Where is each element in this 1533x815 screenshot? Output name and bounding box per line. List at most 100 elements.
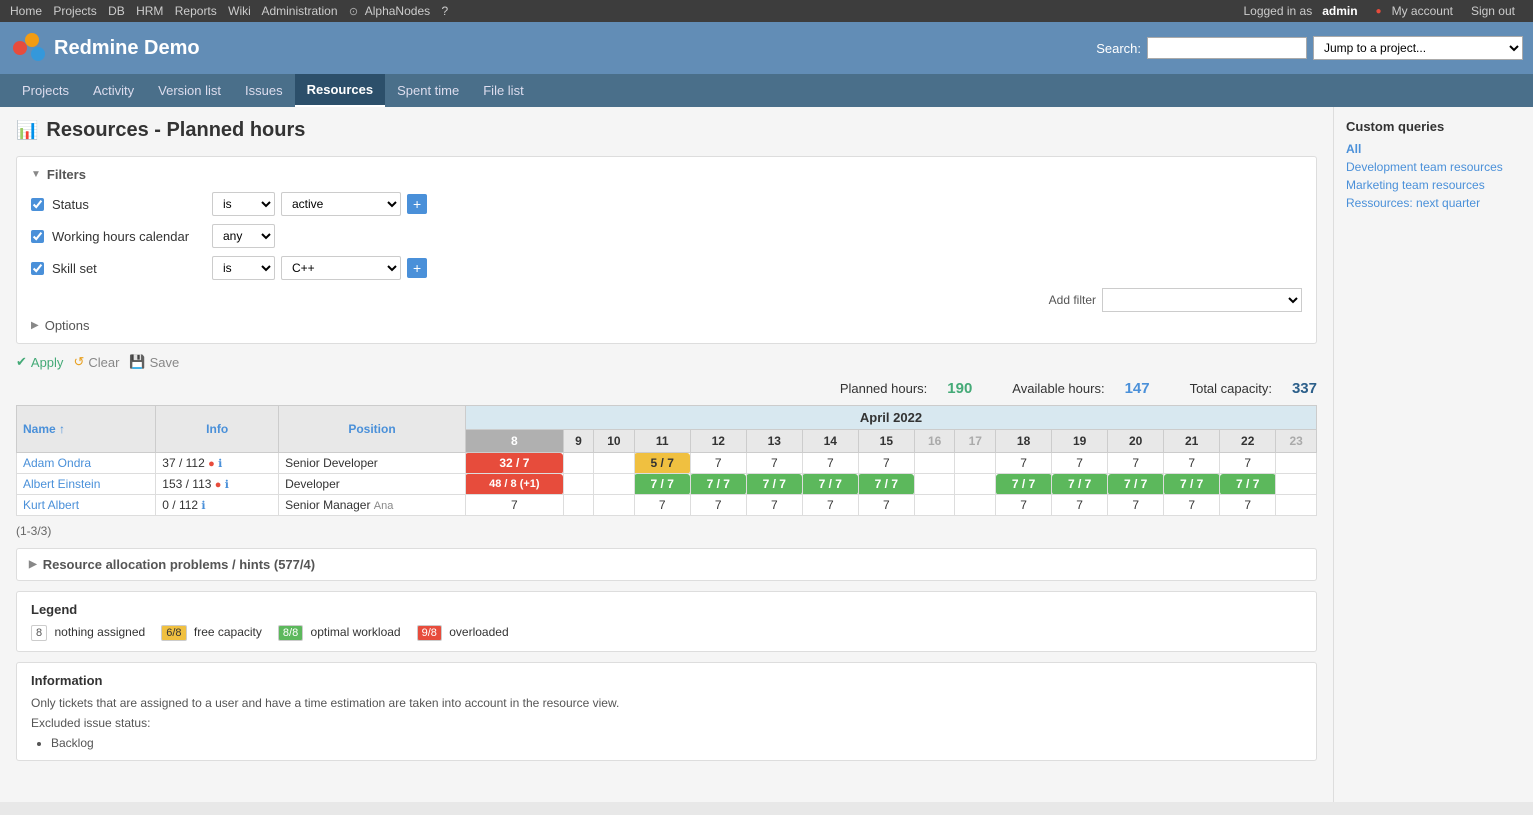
nav-db[interactable]: DB [108,4,125,18]
sidebar-link-next-quarter[interactable]: Ressources: next quarter [1346,196,1521,210]
day-11: 11 [634,430,690,453]
nav-resources-tab[interactable]: Resources [295,74,385,107]
kurt-cell-13[interactable]: 7 [746,495,802,516]
albert-cell-12[interactable]: 7 / 7 [690,474,746,495]
logo-text: Redmine Demo [54,37,200,60]
adam-cell-20[interactable]: 7 [1108,453,1164,474]
nav-projects[interactable]: Projects [53,4,96,18]
adam-cell-19[interactable]: 7 [1052,453,1108,474]
add-filter-select[interactable]: Group Role Department [1102,288,1302,312]
table-scroll: Name ↑ Info Position April 2022 8 9 10 1… [16,405,1317,516]
kurt-cell-20[interactable]: 7 [1108,495,1164,516]
kurt-cell-8[interactable]: 7 [465,495,563,516]
kurt-cell-22[interactable]: 7 [1220,495,1276,516]
kurt-cell-14[interactable]: 7 [802,495,858,516]
albert-cell-22[interactable]: 7 / 7 [1220,474,1276,495]
project-jump-select[interactable]: Jump to a project... [1313,36,1523,60]
legend-title: Legend [31,602,1302,617]
albert-cell-20[interactable]: 7 / 7 [1108,474,1164,495]
kurt-cell-12[interactable]: 7 [690,495,746,516]
filter-whc-op[interactable]: any is is not [212,224,275,248]
albert-cell-9 [563,474,593,495]
sidebar-link-marketing[interactable]: Marketing team resources [1346,178,1521,192]
filter-skillset-val[interactable]: C++ Java Python JavaScript [281,256,401,280]
kurt-cell-21[interactable]: 7 [1164,495,1220,516]
nav-projects-tab[interactable]: Projects [10,75,81,106]
filter-whc-checkbox[interactable] [31,230,44,243]
filter-row-whc: Working hours calendar any is is not [31,224,1302,248]
albert-cell-14[interactable]: 7 / 7 [802,474,858,495]
nav-activity-tab[interactable]: Activity [81,75,146,106]
adam-red-dot: ● [208,458,215,470]
sidebar-link-dev-team[interactable]: Development team resources [1346,160,1521,174]
kurt-cell-18[interactable]: 7 [996,495,1052,516]
nav-reports[interactable]: Reports [175,4,217,18]
save-button[interactable]: 💾 Save [129,354,179,370]
search-input[interactable] [1147,37,1307,59]
clear-icon: ↺ [73,354,84,370]
kurt-link[interactable]: Kurt Albert [23,498,79,512]
filter-row-skillset: Skill set is is not C++ Java Python Java… [31,256,1302,280]
albert-cell-8[interactable]: 48 / 8 (+1) [465,474,563,495]
albert-cell-13[interactable]: 7 / 7 [746,474,802,495]
sign-out-link[interactable]: Sign out [1471,4,1515,18]
nav-wiki[interactable]: Wiki [228,4,251,18]
albert-cell-19[interactable]: 7 / 7 [1052,474,1108,495]
options-row[interactable]: ▶ Options [31,318,1302,333]
adam-cell-12[interactable]: 7 [690,453,746,474]
pagination: (1-3/3) [16,524,1317,538]
nav-file-list-tab[interactable]: File list [471,75,535,106]
filter-skillset-add-btn[interactable]: + [407,258,427,278]
problems-header[interactable]: ▶ Resource allocation problems / hints (… [16,548,1317,581]
adam-cell-14[interactable]: 7 [802,453,858,474]
apply-button[interactable]: ✔ Apply [16,354,63,370]
adam-cell-9 [563,453,593,474]
nav-spent-time-tab[interactable]: Spent time [385,75,471,106]
col-info[interactable]: Info [156,406,279,453]
albert-cell-11[interactable]: 7 / 7 [634,474,690,495]
col-name[interactable]: Name ↑ [17,406,156,453]
filter-status-op[interactable]: is is not [212,192,275,216]
day-16: 16 [914,430,955,453]
nav-home[interactable]: Home [10,4,42,18]
sidebar: Custom queries All Development team reso… [1333,107,1533,802]
kurt-cell-11[interactable]: 7 [634,495,690,516]
my-account-link[interactable]: My account [1392,4,1453,18]
adam-cell-21[interactable]: 7 [1164,453,1220,474]
albert-cell-21[interactable]: 7 / 7 [1164,474,1220,495]
filter-skillset-checkbox[interactable] [31,262,44,275]
col-position[interactable]: Position [279,406,466,453]
filters-header[interactable]: ▼ Filters [31,167,1302,182]
legend-label-free: free capacity [194,625,262,639]
adam-link[interactable]: Adam Ondra [23,456,91,470]
search-area: Search: Jump to a project... [1096,36,1523,60]
kurt-cell-19[interactable]: 7 [1052,495,1108,516]
albert-link[interactable]: Albert Einstein [23,477,100,491]
filter-status-val[interactable]: active inactive any [281,192,401,216]
adam-cell-13[interactable]: 7 [746,453,802,474]
adam-cell-8[interactable]: 32 / 7 [465,453,563,474]
adam-cell-18[interactable]: 7 [996,453,1052,474]
kurt-cell-15[interactable]: 7 [858,495,914,516]
nav-administration[interactable]: Administration [261,4,337,18]
nav-version-list-tab[interactable]: Version list [146,75,233,106]
nav-help[interactable]: ? [441,4,448,18]
albert-cell-15[interactable]: 7 / 7 [858,474,914,495]
row-name-albert: Albert Einstein [17,474,156,495]
admin-link[interactable]: admin [1322,4,1357,18]
albert-cell-18[interactable]: 7 / 7 [996,474,1052,495]
adam-cell-15[interactable]: 7 [858,453,914,474]
nav-alphanodes[interactable]: AlphaNodes [365,4,430,18]
adam-cell-11[interactable]: 5 / 7 [634,453,690,474]
filter-skillset-op[interactable]: is is not [212,256,275,280]
filter-status-checkbox[interactable] [31,198,44,211]
nav-issues-tab[interactable]: Issues [233,75,295,106]
albert-cell-23 [1276,474,1317,495]
sidebar-link-all[interactable]: All [1346,142,1521,156]
filter-status-add-btn[interactable]: + [407,194,427,214]
clear-button[interactable]: ↺ Clear [73,354,119,370]
nav-hrm[interactable]: HRM [136,4,163,18]
adam-cell-22[interactable]: 7 [1220,453,1276,474]
row-pos-kurt: Senior Manager Ana [279,495,466,516]
kurt-info-text: 0 / 112 [162,498,198,512]
